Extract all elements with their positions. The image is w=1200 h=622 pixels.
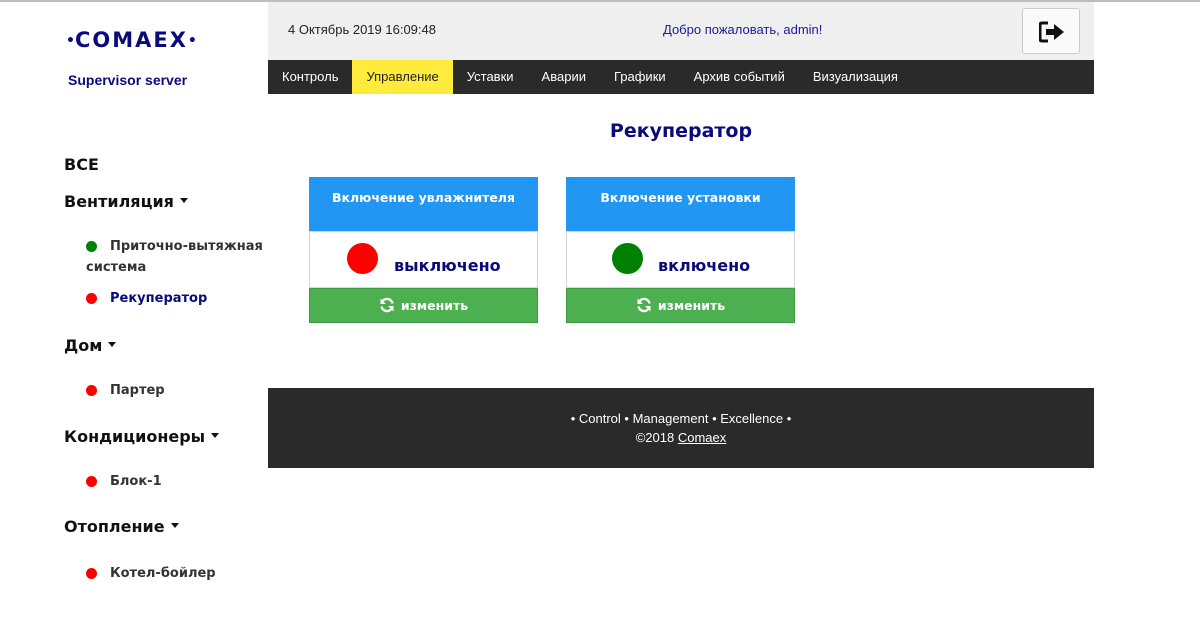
- tab-visualization[interactable]: Визуализация: [799, 60, 912, 94]
- welcome-message: Добро пожаловать, admin!: [663, 22, 823, 37]
- logo-dot-right: •: [187, 33, 197, 49]
- page-title: Рекуператор: [609, 120, 753, 142]
- sidebar-item-recuperator[interactable]: Рекуператор: [86, 288, 266, 309]
- control-card-humidifier: Включение увлажнителя выключено изменить: [309, 177, 538, 323]
- sidebar-group-house[interactable]: Дом: [64, 336, 117, 355]
- sidebar-group-label: Кондиционеры: [64, 427, 206, 446]
- status-off-indicator-icon: [347, 243, 378, 274]
- sidebar-item-label: Приточно-вытяжная система: [86, 239, 263, 275]
- logo-subtitle: Supervisor server: [68, 72, 188, 88]
- tab-management[interactable]: Управление: [352, 60, 453, 94]
- control-card-unit: Включение установки включено изменить: [566, 177, 795, 323]
- card-status: включено: [566, 231, 795, 288]
- change-button[interactable]: изменить: [309, 288, 538, 323]
- status-green-dot-icon: [86, 241, 97, 252]
- caret-down-icon: [108, 342, 117, 347]
- logout-button[interactable]: [1022, 8, 1080, 54]
- sidebar-group-conditioners[interactable]: Кондиционеры: [64, 427, 220, 446]
- footer-copyright: ©2018 Comaex: [268, 430, 1094, 445]
- logo-text: COMAEX: [74, 28, 188, 52]
- sidebar-group-heating[interactable]: Отопление: [64, 517, 179, 536]
- footer: • Control • Management • Excellence • ©2…: [268, 388, 1094, 468]
- change-button[interactable]: изменить: [566, 288, 795, 323]
- sign-out-icon: [1039, 21, 1064, 43]
- sidebar-item-block-1[interactable]: Блок-1: [86, 471, 266, 492]
- datetime-label: 4 Октябрь 2019 16:09:48: [288, 22, 436, 37]
- status-red-dot-icon: [86, 476, 97, 487]
- sidebar-item-supply-exhaust[interactable]: Приточно-вытяжная система: [86, 236, 266, 278]
- copyright-year: ©2018: [635, 430, 675, 445]
- tab-control[interactable]: Контроль: [268, 60, 352, 94]
- card-title: Включение увлажнителя: [309, 177, 538, 231]
- header-bar: 4 Октябрь 2019 16:09:48 Добро пожаловать…: [268, 2, 1094, 60]
- sidebar-item-label: Блок-1: [110, 474, 162, 489]
- caret-down-icon: [179, 198, 188, 203]
- sidebar-group-ventilation[interactable]: Вентиляция: [64, 192, 188, 211]
- status-on-indicator-icon: [612, 243, 643, 274]
- caret-down-icon: [211, 433, 220, 438]
- tab-setpoints[interactable]: Уставки: [453, 60, 528, 94]
- sidebar-group-label: Дом: [64, 336, 103, 355]
- tab-event-archive[interactable]: Архив событий: [680, 60, 799, 94]
- sidebar-item-label: Рекуператор: [110, 291, 208, 306]
- sidebar-all[interactable]: ВСЕ: [64, 155, 99, 174]
- sidebar-item-boiler[interactable]: Котел-бойлер: [86, 563, 266, 584]
- tab-alarms[interactable]: Аварии: [528, 60, 600, 94]
- brand-logo[interactable]: •COMAEX•: [66, 28, 197, 52]
- status-red-dot-icon: [86, 293, 97, 304]
- tab-charts[interactable]: Графики: [600, 60, 680, 94]
- caret-down-icon: [170, 523, 179, 528]
- status-red-dot-icon: [86, 568, 97, 579]
- status-text: выключено: [394, 256, 501, 275]
- refresh-icon: [380, 297, 394, 312]
- footer-comaex-link[interactable]: Comaex: [678, 430, 726, 445]
- status-text: включено: [658, 256, 751, 275]
- button-label: изменить: [657, 298, 726, 313]
- footer-tagline: • Control • Management • Excellence •: [570, 411, 792, 426]
- sidebar-item-parter[interactable]: Партер: [86, 380, 266, 401]
- sidebar-group-label: Отопление: [64, 517, 165, 536]
- sidebar-group-label: Вентиляция: [64, 192, 174, 211]
- refresh-icon: [637, 297, 651, 312]
- sidebar-item-label: Котел-бойлер: [110, 566, 216, 581]
- logo-dot-left: •: [66, 33, 75, 49]
- status-red-dot-icon: [86, 385, 97, 396]
- sidebar-item-label: Партер: [110, 383, 165, 398]
- card-status: выключено: [309, 231, 538, 288]
- button-label: изменить: [400, 298, 469, 313]
- card-title: Включение установки: [566, 177, 795, 231]
- main-nav: Контроль Управление Уставки Аварии Графи…: [268, 60, 1094, 94]
